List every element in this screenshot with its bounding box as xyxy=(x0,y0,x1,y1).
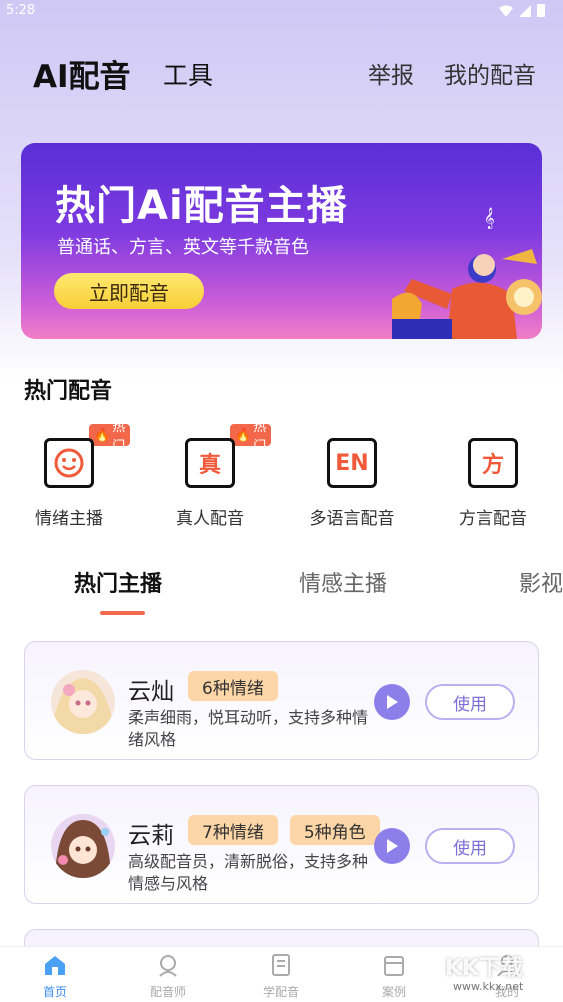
play-icon xyxy=(387,695,398,709)
category-label: 真人配音 xyxy=(176,509,244,529)
banner-illustration: 𝄞 xyxy=(392,208,542,339)
en-glyph: EN xyxy=(335,450,369,476)
category-multilingual[interactable]: EN 多语言配音 xyxy=(292,424,412,534)
anchor-card[interactable]: 云灿 6种情绪 柔声细雨，悦耳动听，支持多种情绪风格 使用 xyxy=(24,641,539,760)
smiley-icon xyxy=(44,438,94,488)
fang-icon: 方 xyxy=(468,438,518,488)
hot-dubbing-title: 热门配音 xyxy=(24,379,113,404)
watermark-url: www.kkx.net xyxy=(453,980,524,993)
category-emotion-anchor[interactable]: 🔥 热门 情绪主播 xyxy=(9,420,131,534)
my-dubbing-link[interactable]: 我的配音 xyxy=(444,56,536,90)
anchor-tabs: 热门主播 情感主播 影视 xyxy=(0,566,563,616)
watermark-text: KK下载 xyxy=(445,956,524,981)
emotion-count-tag: 6种情绪 xyxy=(188,671,278,701)
play-sample-button[interactable] xyxy=(374,684,410,720)
nav-home[interactable]: 首页 xyxy=(15,953,95,1000)
tab-emotion-anchors[interactable]: 情感主播 xyxy=(299,566,387,598)
category-label: 情绪主播 xyxy=(35,509,103,529)
nav-label: 学配音 xyxy=(262,985,299,999)
anchor-card[interactable]: 云莉 7种情绪 5种角色 高级配音员，清新脱俗，支持多种情感与风格 使用 xyxy=(24,785,539,904)
hot-badge: 🔥 热门 xyxy=(230,420,272,454)
fang-glyph: 方 xyxy=(481,453,504,478)
en-icon: EN xyxy=(327,438,377,488)
anchor-name: 云灿 xyxy=(128,679,174,705)
zhen-glyph: 真 xyxy=(198,453,221,478)
avatar xyxy=(51,670,115,734)
hot-badge-label: 热门 xyxy=(253,420,267,454)
tab-hot-anchors[interactable]: 热门主播 xyxy=(74,566,162,598)
emotion-count-tag: 7种情绪 xyxy=(188,815,278,845)
nav-cases[interactable]: 案例 xyxy=(354,953,434,1000)
banner-title: 热门Ai配音主播 xyxy=(55,183,348,229)
battery-icon xyxy=(537,4,545,17)
nav-label: 首页 xyxy=(42,985,67,999)
use-button[interactable]: 使用 xyxy=(425,684,515,720)
status-time: 5:28 xyxy=(6,3,36,18)
role-count-tag: 5种角色 xyxy=(289,815,380,845)
anchor-name: 云莉 xyxy=(128,823,174,849)
anchor-tags: 6种情绪 xyxy=(188,671,278,701)
active-tab-indicator xyxy=(100,611,145,615)
status-bar: 5:28 xyxy=(0,0,563,24)
hot-badge-label: 热门 xyxy=(112,420,126,454)
category-label: 多语言配音 xyxy=(309,509,395,529)
tab-film[interactable]: 影视 xyxy=(519,566,563,598)
avatar xyxy=(51,814,115,878)
category-real-voice[interactable]: 🔥 热门 真 真人配音 xyxy=(150,420,272,534)
nav-label: 配音师 xyxy=(149,985,186,999)
zhen-icon: 真 xyxy=(185,438,235,488)
case-icon xyxy=(384,956,404,976)
nav-learn[interactable]: 学配音 xyxy=(241,953,321,1000)
wifi-icon xyxy=(499,5,513,17)
system-icons xyxy=(499,4,545,17)
flame-icon: 🔥 xyxy=(235,427,252,443)
signal-icon xyxy=(519,4,531,17)
anchor-description: 高级配音员，清新脱俗，支持多种情感与风格 xyxy=(128,852,369,893)
dub-now-button[interactable]: 立即配音 xyxy=(54,273,204,309)
nav-label: 案例 xyxy=(381,985,406,999)
tools-tab[interactable]: 工具 xyxy=(163,56,213,92)
nav-dubber[interactable]: 配音师 xyxy=(128,953,208,1000)
use-button[interactable]: 使用 xyxy=(425,828,515,864)
anchor-description: 柔声细雨，悦耳动听，支持多种情绪风格 xyxy=(128,708,369,749)
play-sample-button[interactable] xyxy=(374,828,410,864)
flame-icon: 🔥 xyxy=(94,427,111,443)
play-icon xyxy=(387,839,398,853)
dubber-icon xyxy=(159,955,177,977)
category-dialect[interactable]: 方 方言配音 xyxy=(433,424,553,534)
category-label: 方言配音 xyxy=(459,509,527,529)
top-header: AI配音 工具 举报 我的配音 xyxy=(0,50,563,95)
category-row: 🔥 热门 情绪主播 🔥 热门 真 真人配音 EN 多语言配音 方 方言配音 xyxy=(0,420,563,534)
anchor-tags: 7种情绪 5种角色 xyxy=(188,815,380,845)
banner-subtitle: 普通话、方言、英文等千款音色 xyxy=(57,237,309,258)
book-icon xyxy=(272,954,290,976)
watermark-logo: KK下载 www.kkx.net xyxy=(445,950,524,993)
home-icon xyxy=(45,956,65,975)
report-link[interactable]: 举报 xyxy=(368,56,414,90)
app-title: AI配音 xyxy=(33,59,131,95)
promo-banner[interactable]: 热门Ai配音主播 普通话、方言、英文等千款音色 立即配音 𝄞 xyxy=(21,143,542,339)
hot-badge: 🔥 热门 xyxy=(89,420,131,454)
music-note-icon: 𝄞 xyxy=(484,208,495,229)
